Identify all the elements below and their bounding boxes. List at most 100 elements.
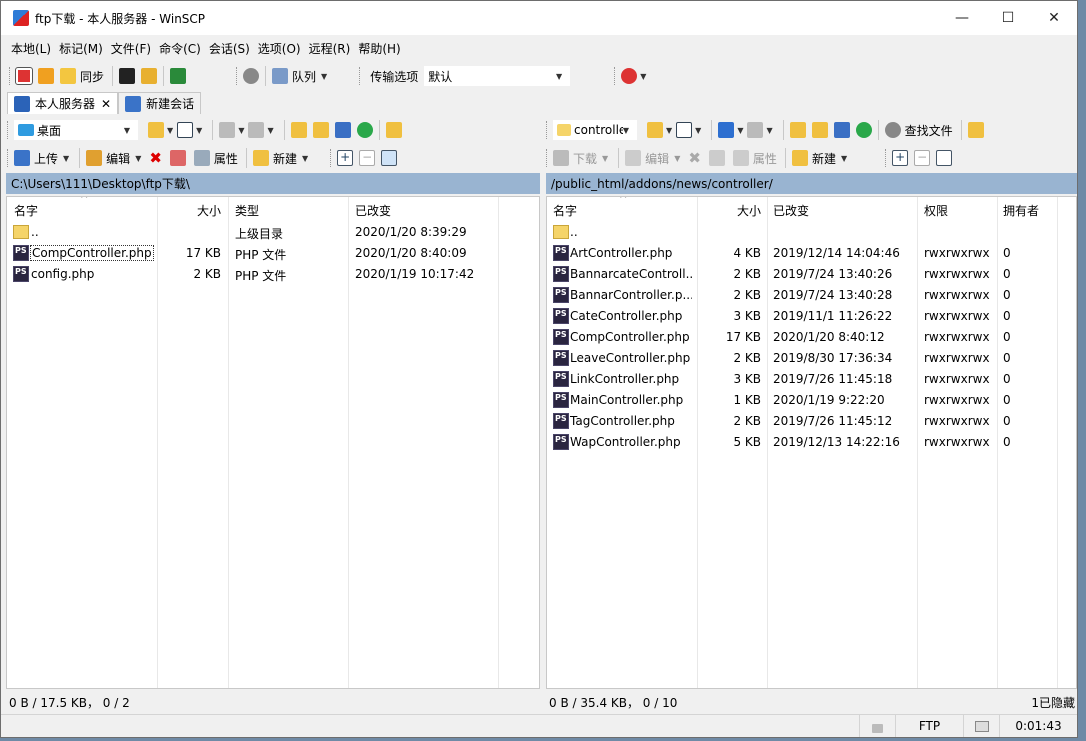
column-name[interactable]: 名字 <box>553 202 577 219</box>
chevron-down-icon[interactable]: ▼ <box>640 72 646 81</box>
file-row[interactable]: PS BannarcateControll... 2 KB 2019/7/24 13:… <box>547 264 1076 285</box>
upload-button[interactable]: 上传 <box>34 150 58 167</box>
file-row[interactable]: PS BannarController.p... 2 KB 2019/7/24 13:… <box>547 285 1076 306</box>
forward-arrow-icon[interactable] <box>747 122 764 138</box>
compare-directories-icon[interactable] <box>15 67 33 85</box>
left-file-list[interactable]: 名字 ^ 大小 类型 已改变 .. 上级目录 2020/1/20 8:39:29… <box>6 196 540 689</box>
hidden-files-status[interactable]: 1已隐藏 <box>1031 691 1075 713</box>
refresh-icon[interactable] <box>356 122 373 138</box>
filter-mask-icon[interactable] <box>936 150 953 166</box>
column-size[interactable]: 大小 <box>697 202 761 219</box>
collapse-icon[interactable]: − <box>359 150 376 166</box>
chevron-down-icon[interactable]: ▼ <box>196 126 202 135</box>
edit-button[interactable]: 编辑 <box>106 150 130 167</box>
file-row[interactable]: PS MainController.php 1 KB 2020/1/19 9:22:2… <box>547 390 1076 411</box>
chevron-down-icon[interactable]: ▼ <box>167 126 173 135</box>
new-button[interactable]: 新建 <box>273 150 297 167</box>
menu-options[interactable]: 选项(O) <box>254 40 305 57</box>
file-row[interactable]: PS CateController.php 3 KB 2019/11/1 11:26:… <box>547 306 1076 327</box>
rename-icon[interactable] <box>708 150 725 166</box>
tab-new-session[interactable]: 新建会话 <box>118 92 202 114</box>
file-row[interactable]: PS config.php 2 KB PHP 文件 2020/1/19 10:1… <box>7 264 539 285</box>
toolbar-grip[interactable] <box>7 149 10 167</box>
column-changed[interactable]: 已改变 <box>773 202 809 219</box>
chevron-down-icon[interactable]: ▼ <box>238 126 244 135</box>
chevron-down-icon[interactable]: ▼ <box>623 126 629 135</box>
column-name[interactable]: 名字 <box>14 202 38 219</box>
collapse-icon[interactable]: − <box>914 150 931 166</box>
delete-icon[interactable]: ✖ <box>149 149 162 167</box>
column-size[interactable]: 大小 <box>157 202 221 219</box>
column-changed[interactable]: 已改变 <box>355 202 391 219</box>
toolbar-grip[interactable] <box>236 67 239 85</box>
maximize-button[interactable]: ☐ <box>985 1 1031 35</box>
column-owner[interactable]: 拥有者 <box>1003 202 1039 219</box>
chevron-down-icon[interactable]: ▼ <box>124 126 130 135</box>
reconnect-icon[interactable] <box>621 68 638 84</box>
chevron-down-icon[interactable]: ▼ <box>321 72 327 81</box>
parent-directory-icon[interactable] <box>789 122 806 138</box>
right-directory-select[interactable]: controller ▼ <box>553 120 637 140</box>
menu-local[interactable]: 本地(L) <box>7 40 55 57</box>
column-rights[interactable]: 权限 <box>924 202 948 219</box>
file-row[interactable]: PS WapController.php 5 KB 2019/12/13 14:22:… <box>547 432 1076 453</box>
close-icon[interactable]: ✕ <box>101 97 111 111</box>
putty-icon[interactable] <box>141 68 158 84</box>
back-arrow-icon[interactable] <box>718 122 735 138</box>
minimize-button[interactable]: — <box>939 1 985 35</box>
chevron-down-icon[interactable]: ▼ <box>302 154 308 163</box>
toolbar-grip[interactable] <box>885 149 888 167</box>
toolbar-grip[interactable] <box>546 121 549 139</box>
chevron-down-icon[interactable]: ▼ <box>556 72 562 81</box>
root-directory-icon[interactable] <box>312 122 329 138</box>
toolbar-grip[interactable] <box>7 121 10 139</box>
file-row[interactable]: PS CompController.php 17 KB PHP 文件 2020/… <box>7 243 539 264</box>
left-path-bar[interactable]: C:\Users\111\Desktop\ftp下载\ <box>6 173 540 194</box>
rename-icon[interactable] <box>169 150 186 166</box>
toolbar-grip[interactable] <box>614 67 617 85</box>
gear-icon[interactable] <box>243 68 260 84</box>
menu-command[interactable]: 命令(C) <box>155 40 205 57</box>
filter-icon[interactable] <box>676 122 693 138</box>
toolbar-grip[interactable] <box>359 67 362 85</box>
open-directory-icon[interactable] <box>170 68 187 84</box>
left-drive-select[interactable]: 桌面 ▼ <box>14 120 138 140</box>
console-icon[interactable] <box>119 68 136 84</box>
synchronize-icon[interactable] <box>60 68 76 84</box>
root-directory-icon[interactable] <box>811 122 828 138</box>
expand-icon[interactable]: + <box>892 150 909 166</box>
home-icon[interactable] <box>334 122 351 138</box>
synchronize-browsing-icon[interactable] <box>38 68 54 84</box>
transfer-settings-select[interactable]: 默认 ▼ <box>424 66 571 86</box>
new-button[interactable]: 新建 <box>812 150 836 167</box>
right-path-bar[interactable]: /public_html/addons/news/controller/ <box>546 173 1077 194</box>
menu-help[interactable]: 帮助(H) <box>354 40 404 57</box>
refresh-icon[interactable] <box>855 122 872 138</box>
chevron-down-icon[interactable]: ▼ <box>135 154 141 163</box>
toolbar-grip[interactable] <box>546 149 549 167</box>
properties-button[interactable]: 属性 <box>214 150 238 167</box>
tree-icon[interactable] <box>385 122 402 138</box>
file-row[interactable]: PS LeaveController.php 2 KB 2019/8/30 17:36… <box>547 348 1076 369</box>
chevron-down-icon[interactable]: ▼ <box>674 154 680 163</box>
menu-mark[interactable]: 标记(M) <box>55 40 107 57</box>
forward-arrow-icon[interactable] <box>248 122 265 138</box>
properties-button[interactable]: 属性 <box>753 150 777 167</box>
open-folder-icon[interactable] <box>148 122 164 138</box>
edit-button[interactable]: 编辑 <box>645 150 669 167</box>
file-row-parent[interactable]: .. 上级目录 2020/1/20 8:39:29 <box>7 222 539 243</box>
menu-session[interactable]: 会话(S) <box>205 40 254 57</box>
synchronize-button[interactable]: 同步 <box>80 68 104 85</box>
file-row-parent[interactable]: .. <box>547 222 1076 243</box>
file-row[interactable]: PS ArtController.php 4 KB 2019/12/14 14:04:… <box>547 243 1076 264</box>
expand-icon[interactable]: + <box>337 150 354 166</box>
tree-icon[interactable] <box>967 122 984 138</box>
filter-icon[interactable] <box>177 122 194 138</box>
chevron-down-icon[interactable]: ▼ <box>63 154 69 163</box>
toolbar-grip[interactable] <box>330 149 333 167</box>
tab-current-session[interactable]: 本人服务器 ✕ <box>7 92 119 114</box>
file-row[interactable]: PS CompController.php 17 KB 2020/1/20 8:40:… <box>547 327 1076 348</box>
file-row[interactable]: PS TagController.php 2 KB 2019/7/26 11:45:1… <box>547 411 1076 432</box>
chevron-down-icon[interactable]: ▼ <box>695 126 701 135</box>
filter-mask-icon[interactable] <box>381 150 398 166</box>
